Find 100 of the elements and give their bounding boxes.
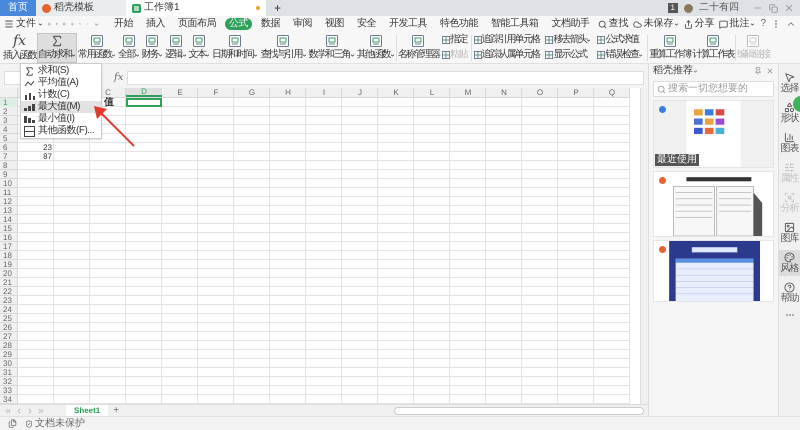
row-header[interactable]: 22 — [0, 287, 17, 296]
ribbon-tab[interactable]: 公式 — [224, 18, 252, 30]
template-card[interactable]: 最近使用 — [653, 100, 774, 168]
row-header[interactable]: 28 — [0, 341, 17, 350]
ribbon-tab[interactable]: 页面布局 — [174, 18, 220, 30]
notification-badge[interactable]: 1 — [668, 3, 678, 13]
column-header[interactable]: I — [306, 88, 342, 97]
ribbon-button[interactable]: 日期和时间 — [211, 32, 260, 62]
row-header[interactable]: 16 — [0, 233, 17, 242]
close-icon[interactable] — [766, 67, 774, 75]
row-header[interactable]: 29 — [0, 350, 17, 359]
toolbar-button[interactable]: 分享 — [684, 18, 714, 30]
column-header[interactable]: L — [414, 88, 450, 97]
row-header[interactable]: 25 — [0, 314, 17, 323]
user-name[interactable]: 二十有四 — [699, 2, 739, 14]
row-header[interactable]: 23 — [0, 296, 17, 305]
row-header[interactable]: 20 — [0, 269, 17, 278]
ribbon-button[interactable]: 指定 — [442, 34, 468, 46]
row-header[interactable]: 13 — [0, 206, 17, 215]
ribbon-button[interactable]: 名称管理器 — [396, 32, 440, 62]
help-button[interactable]: ? — [760, 18, 766, 30]
ribbon-button[interactable]: 显示公式 — [545, 48, 594, 62]
column-header[interactable]: Q — [594, 88, 630, 97]
column-header[interactable]: N — [486, 88, 522, 97]
column-header[interactable]: M — [450, 88, 486, 97]
row-header[interactable]: 10 — [0, 179, 17, 188]
side-tool-button[interactable]: 图库 — [778, 220, 800, 246]
row-header[interactable]: 27 — [0, 332, 17, 341]
menu-item[interactable]: 求和(S) — [21, 65, 101, 77]
row-header[interactable]: 33 — [0, 386, 17, 395]
row-header[interactable]: 34 — [0, 395, 17, 404]
search-field[interactable]: 搜索一切您想要的 — [653, 81, 774, 97]
ribbon-button[interactable]: fx 插入函数 — [2, 32, 37, 62]
row-header[interactable]: 9 — [0, 170, 17, 179]
sheet-tab[interactable]: Sheet1 — [66, 404, 108, 416]
ribbon-button[interactable]: 重算工作簿 — [648, 32, 692, 62]
next-sheet-icon[interactable] — [26, 406, 34, 414]
ribbon-tab[interactable]: 智能工具箱 — [486, 18, 542, 30]
ribbon-tab[interactable]: 文档助手 — [547, 18, 594, 30]
panel-title[interactable]: 稻壳推荐 — [653, 65, 693, 77]
row-header[interactable]: 11 — [0, 188, 17, 197]
ribbon-tab[interactable]: 数据 — [256, 18, 284, 30]
column-header[interactable]: J — [342, 88, 378, 97]
row-header[interactable]: 3 — [0, 116, 17, 125]
row-header[interactable]: 8 — [0, 161, 17, 170]
side-tool-button[interactable]: 帮助 — [778, 280, 800, 306]
side-tool-button[interactable]: 风格 — [778, 250, 800, 276]
menu-item[interactable]: 其他函数(F)... — [21, 125, 101, 137]
side-tool-button[interactable]: 选择 — [778, 70, 800, 96]
ribbon-button[interactable]: 自动求和 — [37, 32, 77, 62]
row-header[interactable]: 31 — [0, 368, 17, 377]
restore-icon[interactable] — [769, 4, 778, 12]
row-header[interactable]: 24 — [0, 305, 17, 314]
column-header[interactable]: K — [378, 88, 414, 97]
ribbon-button[interactable]: 数学和三角 — [308, 32, 356, 62]
ribbon-button[interactable]: 常用函数 — [77, 32, 117, 62]
previous-sheet-icon[interactable] — [15, 406, 23, 414]
menu-item[interactable]: 平均值(A) — [21, 77, 101, 89]
row-header[interactable]: 2 — [0, 107, 17, 116]
column-header[interactable]: G — [234, 88, 270, 97]
new-tab-button[interactable]: + — [266, 0, 290, 16]
row-header[interactable]: 19 — [0, 260, 17, 269]
ribbon-button[interactable]: 计算工作表 — [692, 32, 735, 62]
document-tab[interactable]: 工作簿1 — [126, 0, 266, 16]
document-tab[interactable]: 稻壳模板 — [36, 0, 126, 16]
ribbon-button[interactable]: 全部 — [117, 32, 140, 62]
menu-item[interactable]: 最小值(I) — [21, 113, 101, 125]
vertical-scrollbar[interactable] — [640, 88, 648, 404]
protection-status[interactable]: 文档未保护 — [25, 418, 85, 430]
ribbon-tab[interactable]: 视图 — [320, 18, 348, 30]
ribbon-tab[interactable]: 开始 — [110, 18, 137, 30]
last-sheet-icon[interactable] — [37, 406, 45, 414]
formula-input[interactable] — [127, 71, 644, 85]
ribbon-button[interactable]: 公式求值 — [597, 34, 646, 46]
function-icon[interactable]: fx — [114, 72, 124, 84]
row-header[interactable]: 5 — [0, 134, 17, 143]
row-header[interactable]: 6 — [0, 143, 17, 152]
add-sheet-button[interactable]: + — [111, 406, 122, 416]
pin-icon[interactable] — [754, 67, 762, 75]
avatar-icon[interactable] — [684, 4, 693, 12]
ribbon-tab[interactable]: 安全 — [352, 18, 380, 30]
row-header[interactable]: 26 — [0, 323, 17, 332]
row-header[interactable]: 32 — [0, 377, 17, 386]
horizontal-scrollbar[interactable] — [394, 406, 644, 414]
row-header[interactable]: 30 — [0, 359, 17, 368]
first-sheet-icon[interactable] — [4, 406, 12, 414]
ribbon-button[interactable]: 逻辑 — [164, 32, 188, 62]
column-header[interactable]: O — [522, 88, 558, 97]
ribbon-button[interactable]: 财务 — [140, 32, 164, 62]
side-tool-button[interactable]: 图表 — [778, 130, 800, 156]
ribbon-tab[interactable]: 插入 — [142, 18, 169, 30]
ribbon-tab[interactable]: 审阅 — [288, 18, 316, 30]
row-header[interactable]: 7 — [0, 152, 17, 161]
menu-item[interactable]: 最大值(M) — [21, 101, 101, 113]
ribbon-button[interactable]: 查找与引用 — [259, 32, 308, 62]
column-header[interactable]: F — [198, 88, 234, 97]
row-header[interactable]: 21 — [0, 278, 17, 287]
column-header[interactable]: E — [162, 88, 198, 97]
row-header[interactable]: 18 — [0, 251, 17, 260]
ribbon-button[interactable]: 文本 — [188, 32, 211, 62]
